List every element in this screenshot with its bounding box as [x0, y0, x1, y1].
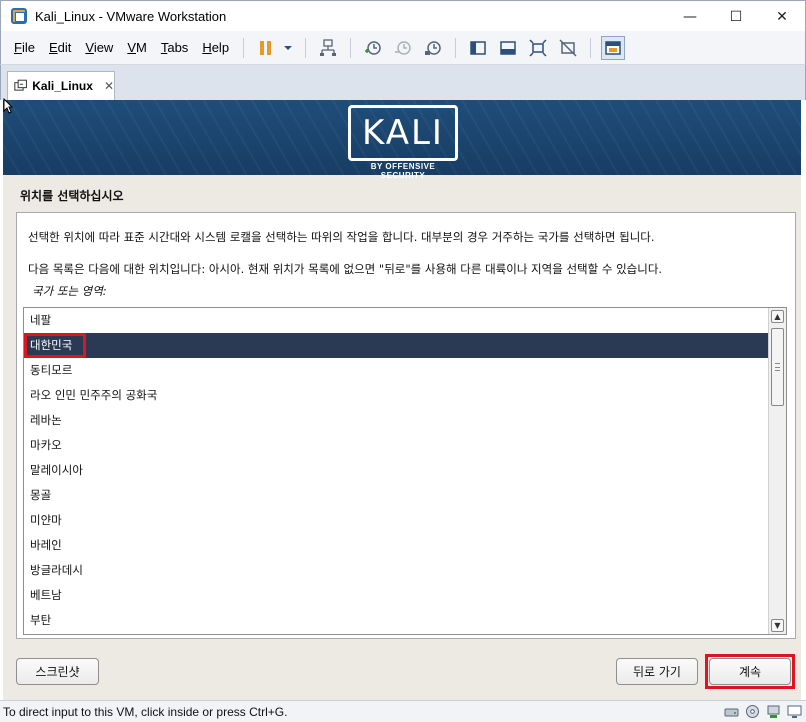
snapshot-manager-icon — [425, 40, 441, 55]
kali-logo-text: KALI — [362, 113, 444, 153]
list-item[interactable]: 동티모르 — [24, 358, 768, 383]
send-ctrl-alt-del-button[interactable] — [316, 36, 340, 60]
mouse-cursor-icon — [3, 98, 13, 114]
kali-logo: KALI — [348, 105, 458, 161]
unity-icon — [559, 38, 577, 57]
kali-banner: KALI BY OFFENSIVE SECURITY — [3, 100, 801, 180]
list-item[interactable]: 부탄 — [24, 608, 768, 633]
toolbar-separator — [455, 37, 457, 58]
location-info-text: 다음 목록은 다음에 대한 위치입니다: 아시아. 현재 위치가 목록에 없으면… — [28, 262, 663, 276]
scroll-up-icon[interactable]: ▲ — [771, 310, 784, 323]
fullscreen-icon — [529, 38, 547, 57]
close-button[interactable]: ✕ — [759, 1, 805, 32]
description-text: 선택한 위치에 따라 표준 시간대와 시스템 로캘을 선택하는 따위의 작업을 … — [28, 230, 655, 244]
back-button[interactable]: 뒤로 가기 — [616, 658, 698, 685]
installer-panel: 선택한 위치에 따라 표준 시간대와 시스템 로캘을 선택하는 따위의 작업을 … — [16, 212, 796, 639]
snapshot-revert-button[interactable] — [391, 36, 415, 60]
tab-label: Kali_Linux — [32, 79, 93, 93]
maximize-button[interactable]: ☐ — [713, 1, 759, 32]
snapshot-clock-icon — [365, 40, 381, 55]
list-item[interactable]: 방글라데시 — [24, 558, 768, 583]
scrollbar-thumb[interactable] — [771, 328, 784, 406]
minimize-button[interactable]: — — [667, 1, 713, 32]
hard-disk-icon[interactable] — [724, 704, 739, 719]
title-bar: Kali_Linux - VMware Workstation — ☐ ✕ — [0, 0, 806, 31]
toolbar-separator — [590, 37, 592, 58]
country-list: 네팔 대한민국 동티모르 라오 인민 민주주의 공화국 레바논 마카오 말레이시… — [24, 308, 768, 633]
status-text: To direct input to this VM, click inside… — [3, 704, 288, 719]
display-icon[interactable] — [787, 704, 802, 719]
console-view-button[interactable] — [601, 35, 626, 60]
window-title: Kali_Linux - VMware Workstation — [35, 8, 227, 24]
list-item[interactable]: 말레이시아 — [24, 458, 768, 483]
list-item[interactable]: 마카오 — [24, 433, 768, 458]
menu-edit[interactable]: Edit — [42, 40, 78, 55]
console-view-icon — [605, 40, 621, 55]
chevron-down-icon — [284, 45, 293, 50]
snapshot-manager-button[interactable] — [421, 36, 445, 60]
network-computer-icon — [320, 38, 337, 56]
tab-kali-linux[interactable]: Kali_Linux ✕ — [7, 71, 115, 100]
kali-tagline: BY OFFENSIVE SECURITY — [370, 162, 436, 180]
country-prompt: 국가 또는 영역: — [32, 284, 107, 298]
grip-icon — [775, 363, 780, 371]
thumbnail-layout-icon — [500, 40, 516, 55]
list-item[interactable]: 베트남 — [24, 583, 768, 608]
menu-file[interactable]: File — [7, 40, 42, 55]
tab-close-icon[interactable]: ✕ — [104, 79, 114, 93]
power-dropdown-button[interactable] — [281, 36, 295, 60]
pause-icon — [260, 40, 272, 55]
list-item-selected[interactable]: 대한민국 — [24, 333, 768, 358]
menu-help[interactable]: Help — [195, 40, 236, 55]
screenshot-button[interactable]: 스크린샷 — [16, 658, 99, 685]
list-scrollbar[interactable]: ▲ ▼ — [768, 308, 786, 634]
country-listbox[interactable]: 네팔 대한민국 동티모르 라오 인민 민주주의 공화국 레바논 마카오 말레이시… — [23, 307, 787, 635]
show-thumbnail-bar-button[interactable] — [496, 36, 520, 60]
vm-icon — [14, 79, 27, 91]
menu-tabs[interactable]: Tabs — [154, 40, 195, 55]
sidebar-layout-icon — [470, 40, 486, 55]
cd-drive-icon[interactable] — [745, 704, 760, 719]
snapshot-take-button[interactable] — [361, 36, 385, 60]
vm-display[interactable]: KALI BY OFFENSIVE SECURITY 위치를 선택하십시오 선택… — [3, 100, 801, 700]
menu-toolbar: File Edit View VM Tabs Help — [0, 31, 806, 65]
status-bar: To direct input to this VM, click inside… — [0, 700, 806, 722]
list-item[interactable]: 몽골 — [24, 483, 768, 508]
unity-button[interactable] — [556, 36, 580, 60]
continue-button[interactable]: 계속 — [709, 658, 791, 685]
list-item[interactable]: 네팔 — [24, 308, 768, 333]
selection-highlight-box — [24, 333, 86, 358]
network-adapter-icon[interactable] — [766, 704, 781, 719]
toolbar-separator — [350, 37, 352, 58]
menu-view[interactable]: View — [78, 40, 120, 55]
vm-tab-strip: Kali_Linux ✕ — [0, 65, 806, 100]
list-item[interactable]: 라오 인민 민주주의 공화국 — [24, 383, 768, 408]
pause-button[interactable] — [254, 36, 278, 60]
device-icons — [724, 704, 802, 719]
page-title: 위치를 선택하십시오 — [20, 189, 124, 203]
menu-vm[interactable]: VM — [120, 40, 154, 55]
snapshot-revert-icon — [395, 40, 411, 55]
scroll-down-icon[interactable]: ▼ — [771, 619, 784, 632]
list-item[interactable]: 미얀마 — [24, 508, 768, 533]
list-item[interactable]: 레바논 — [24, 408, 768, 433]
list-item[interactable]: 바레인 — [24, 533, 768, 558]
toolbar-separator — [305, 37, 307, 58]
full-screen-button[interactable] — [526, 36, 550, 60]
vmware-app-icon — [11, 8, 27, 24]
toolbar-separator — [243, 37, 245, 58]
show-library-button[interactable] — [466, 36, 490, 60]
window-controls: — ☐ ✕ — [667, 1, 805, 32]
